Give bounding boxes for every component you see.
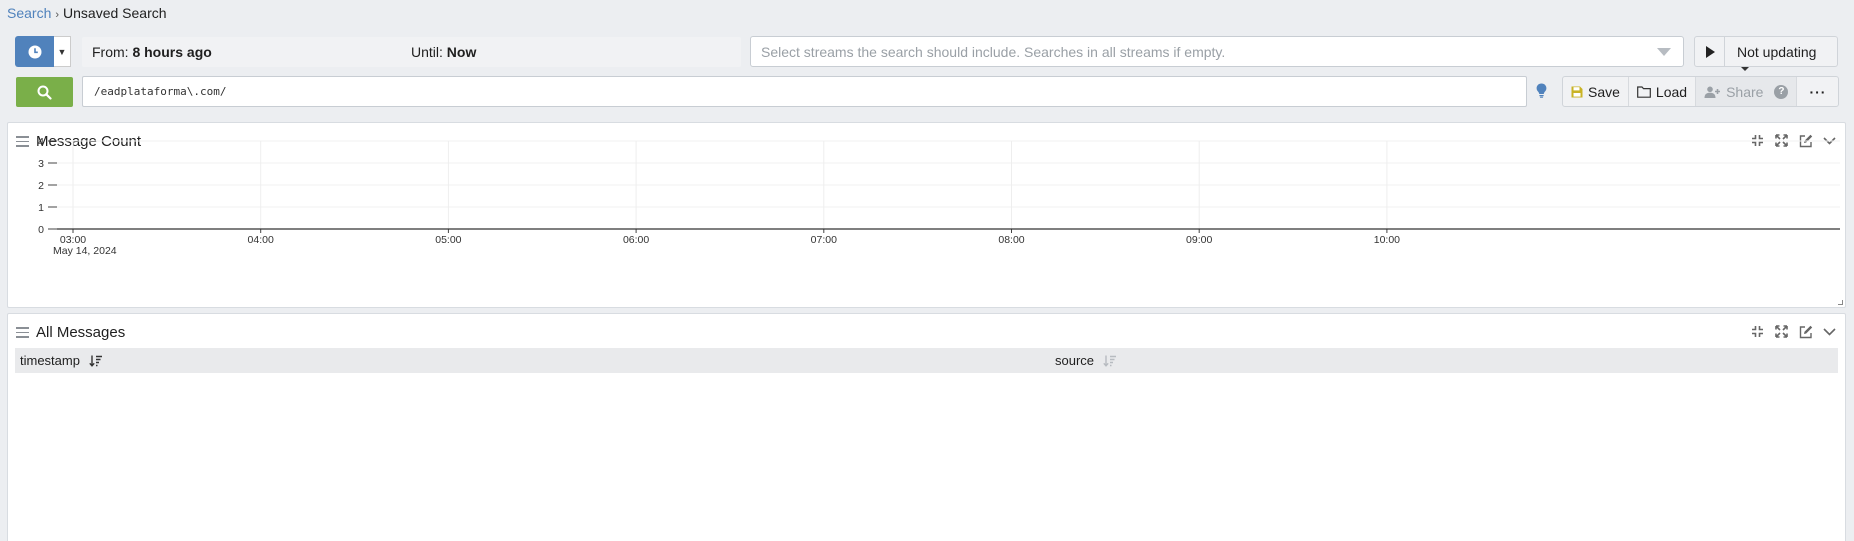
play-refresh-button[interactable] bbox=[1694, 36, 1725, 67]
x-tick-label: 06:00 bbox=[623, 234, 649, 246]
time-until-label: Until: bbox=[411, 44, 443, 60]
message-count-chart: 01234 03:00 04:00 05:00 06:00 07:00 08:00 09:0… bbox=[38, 136, 1840, 257]
breadcrumb: Search › Unsaved Search bbox=[7, 5, 167, 21]
expand-icon[interactable] bbox=[1774, 324, 1789, 339]
table-header: timestamp source bbox=[15, 348, 1838, 373]
time-until: Until: Now bbox=[411, 44, 476, 60]
caret-down-icon: ▼ bbox=[57, 46, 67, 57]
time-from-value: 8 hours ago bbox=[132, 44, 212, 60]
time-range-dropdown[interactable]: ▼ bbox=[54, 36, 71, 67]
y-tick-label: 4 bbox=[38, 136, 44, 148]
load-button[interactable]: Load bbox=[1629, 77, 1697, 106]
widget-header: All Messages bbox=[16, 324, 125, 341]
column-label: timestamp bbox=[20, 353, 80, 368]
time-range-button[interactable] bbox=[15, 36, 54, 67]
sort-descending-icon[interactable] bbox=[89, 355, 103, 367]
y-tick-label: 0 bbox=[38, 224, 44, 236]
x-tick-label: 09:00 bbox=[1186, 234, 1212, 246]
chart-y-axis: 0 1 2 3 4 bbox=[38, 136, 57, 236]
refresh-interval-label: Not updating bbox=[1737, 44, 1817, 60]
caret-down-icon[interactable] bbox=[1657, 48, 1671, 56]
drag-handle-icon[interactable] bbox=[16, 327, 29, 338]
caret-down-icon bbox=[1741, 67, 1749, 72]
refresh-interval-dropdown[interactable]: Not updating bbox=[1725, 36, 1838, 72]
chevron-down-icon[interactable] bbox=[1822, 324, 1837, 339]
widget-toolbar bbox=[1750, 324, 1837, 339]
search-query-input[interactable]: /eadplataforma\.com/ bbox=[82, 76, 1527, 107]
save-button[interactable]: Save bbox=[1563, 77, 1629, 106]
chevron-right-icon: › bbox=[55, 9, 60, 21]
edit-icon[interactable] bbox=[1798, 324, 1813, 339]
y-tick-label: 3 bbox=[38, 158, 44, 170]
time-from: From: 8 hours ago bbox=[92, 44, 212, 60]
floppy-disk-icon bbox=[1571, 86, 1583, 97]
share-label: Share bbox=[1726, 83, 1764, 100]
more-actions-button[interactable]: ··· bbox=[1797, 77, 1838, 106]
x-tick-label: 07:00 bbox=[811, 234, 837, 246]
streams-select[interactable]: Select streams the search should include… bbox=[750, 36, 1684, 67]
chart-x-axis: 03:00 04:00 05:00 06:00 07:00 08:00 09:00 10:00 bbox=[57, 228, 1840, 246]
message-count-widget: Message Count 01234 03:00 04:00 05:00 06:00… bbox=[7, 122, 1846, 308]
clock-icon bbox=[28, 45, 41, 58]
search-button[interactable] bbox=[16, 77, 73, 107]
x-tick-label: 08:00 bbox=[998, 234, 1024, 246]
compress-icon[interactable] bbox=[1750, 324, 1765, 339]
x-tick-label: 04:00 bbox=[248, 234, 274, 246]
column-source[interactable]: source bbox=[1055, 353, 1117, 368]
column-label: source bbox=[1055, 353, 1095, 368]
x-tick-label: 10:00 bbox=[1374, 234, 1400, 246]
chart-grid bbox=[57, 140, 1840, 229]
play-icon bbox=[1705, 45, 1715, 58]
chart-date-label: May 14, 2024 bbox=[53, 245, 117, 257]
sort-icon[interactable] bbox=[1103, 355, 1117, 367]
time-until-value: Now bbox=[446, 44, 477, 60]
help-icon[interactable]: ? bbox=[1774, 84, 1789, 99]
y-tick-label: 1 bbox=[38, 202, 44, 214]
widget-title: All Messages bbox=[36, 324, 126, 341]
folder-icon bbox=[1637, 85, 1651, 98]
search-icon bbox=[37, 85, 52, 100]
breadcrumb-search-link[interactable]: Search bbox=[7, 5, 51, 21]
all-messages-widget: All Messages timestamp source bbox=[7, 313, 1846, 541]
time-from-label: From: bbox=[92, 44, 129, 60]
lightbulb-icon[interactable] bbox=[1536, 83, 1547, 101]
streams-placeholder: Select streams the search should include… bbox=[761, 44, 1226, 60]
load-label: Load bbox=[1655, 83, 1688, 100]
y-tick-label: 2 bbox=[38, 180, 44, 192]
column-timestamp[interactable]: timestamp bbox=[20, 353, 103, 368]
save-label: Save bbox=[1588, 83, 1620, 100]
resize-handle-icon[interactable] bbox=[1838, 300, 1843, 305]
share-button[interactable]: Share ? bbox=[1696, 77, 1798, 106]
add-user-icon bbox=[1704, 86, 1721, 98]
time-range-display[interactable]: From: 8 hours ago Until: Now bbox=[82, 37, 741, 67]
x-tick-label: 05:00 bbox=[435, 234, 461, 246]
breadcrumb-current: Unsaved Search bbox=[63, 5, 167, 21]
search-actions: Save Load Share ? ··· bbox=[1562, 76, 1839, 107]
